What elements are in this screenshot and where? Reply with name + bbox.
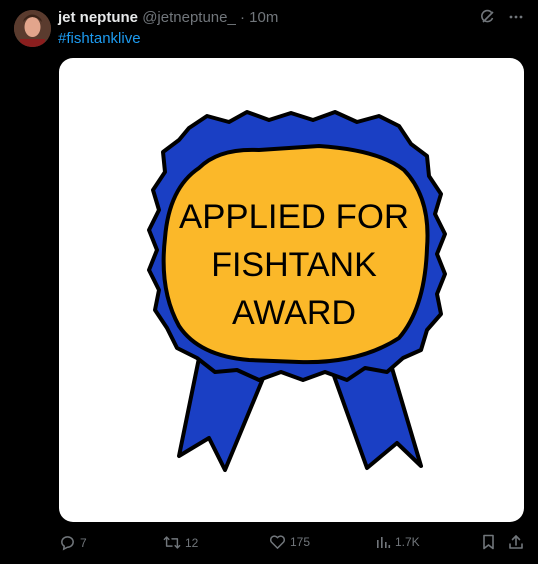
views-button[interactable]: 1.7K: [375, 534, 420, 550]
like-button[interactable]: 175: [269, 534, 310, 550]
tweet-header: jet neptune @jetneptune_ · 10m: [58, 9, 278, 26]
views-icon: [377, 537, 391, 548]
reply-button[interactable]: 7: [59, 534, 87, 551]
bookmark-button[interactable]: [481, 534, 496, 550]
user-handle[interactable]: @jetneptune_: [142, 9, 236, 26]
repost-button[interactable]: 12: [163, 534, 198, 551]
tweet-top-actions: [480, 9, 524, 25]
hashtag-link[interactable]: #fishtanklive: [58, 30, 141, 47]
timestamp[interactable]: 10m: [249, 9, 278, 26]
tweet-action-bar: 7 12 175 1.7K: [59, 534, 525, 554]
like-count: 175: [290, 535, 311, 549]
grok-icon[interactable]: [480, 9, 496, 25]
reply-icon: [61, 536, 74, 551]
award-line-1: APPLIED FOR: [179, 198, 409, 236]
reply-count: 7: [80, 535, 87, 550]
bookmark-icon: [483, 534, 494, 550]
like-icon: [270, 535, 285, 549]
repost-icon: [163, 536, 181, 549]
separator-dot: ·: [240, 9, 245, 26]
views-count: 1.7K: [395, 535, 420, 549]
share-button[interactable]: [508, 534, 524, 550]
display-name[interactable]: jet neptune: [58, 9, 138, 26]
award-line-2: FISHTANK: [211, 246, 377, 284]
award-line-3: AWARD: [232, 294, 356, 332]
repost-count: 12: [185, 535, 199, 550]
tweet-image[interactable]: APPLIED FOR FISHTANK AWARD: [59, 58, 524, 522]
more-icon[interactable]: [508, 9, 524, 25]
share-icon: [509, 535, 523, 549]
avatar[interactable]: [14, 10, 51, 47]
